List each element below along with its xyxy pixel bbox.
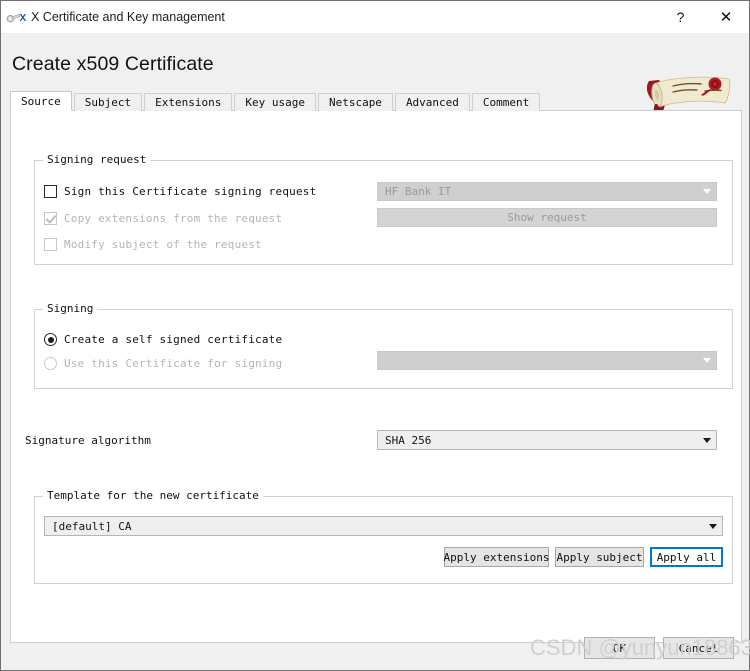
ok-button[interactable]: OK <box>584 637 655 659</box>
signing-request-group-title: Signing request <box>43 153 151 166</box>
page-title: Create x509 Certificate <box>12 53 214 75</box>
signing-request-combo: HF Bank IT <box>377 182 717 201</box>
tab-comment[interactable]: Comment <box>471 93 541 111</box>
window-titlebar: X X Certificate and Key management ? ✕ <box>1 1 749 34</box>
template-combo-value: [default] CA <box>52 519 132 533</box>
tab-key-usage[interactable]: Key usage <box>234 93 316 111</box>
apply-extensions-button[interactable]: Apply extensions <box>444 547 549 567</box>
use-certificate-radio-row: Use this Certificate for signing <box>44 357 282 370</box>
signature-algorithm-value: SHA 256 <box>385 433 432 447</box>
svg-text:X: X <box>20 13 27 24</box>
source-tab-panel: Signing request Sign this Certificate si… <box>10 110 742 643</box>
template-group: Template for the new certificate <box>34 489 733 584</box>
self-signed-label: Create a self signed certificate <box>64 333 283 346</box>
key-certificate-icon: X <box>1 1 31 33</box>
window-controls: ? ✕ <box>658 1 749 33</box>
tab-netscape[interactable]: Netscape <box>317 93 393 111</box>
signature-algorithm-combo[interactable]: SHA 256 <box>377 430 717 450</box>
apply-subject-button[interactable]: Apply subject <box>555 547 644 567</box>
signing-request-combo-value: HF Bank IT <box>385 185 452 198</box>
signing-group-title: Signing <box>43 302 98 315</box>
chevron-down-icon <box>704 517 722 535</box>
use-certificate-label: Use this Certificate for signing <box>64 357 283 370</box>
create-x509-certificate-dialog: X X Certificate and Key management ? ✕ C… <box>0 0 750 671</box>
sign-request-checkbox-row[interactable]: Sign this Certificate signing request <box>44 185 316 198</box>
show-request-button: Show request <box>377 208 717 227</box>
template-combo[interactable]: [default] CA <box>44 516 723 536</box>
tab-subject[interactable]: Subject <box>73 93 143 111</box>
signing-group: Signing <box>34 302 733 389</box>
sign-request-label: Sign this Certificate signing request <box>64 185 317 198</box>
tab-source[interactable]: Source <box>10 91 72 111</box>
window-title: X Certificate and Key management <box>31 10 225 24</box>
chevron-down-icon <box>698 183 716 200</box>
copy-extensions-checkbox-row: Copy extensions from the request <box>44 212 282 225</box>
signing-certificate-combo <box>377 351 717 370</box>
sign-request-checkbox[interactable] <box>44 185 57 198</box>
chevron-down-icon <box>698 431 716 449</box>
apply-all-button[interactable]: Apply all <box>650 547 723 567</box>
tab-advanced[interactable]: Advanced <box>394 93 470 111</box>
self-signed-radio[interactable] <box>44 333 57 346</box>
dialog-header: Create x509 Certificate <box>2 33 749 116</box>
modify-subject-checkbox <box>44 238 57 251</box>
modify-subject-label: Modify subject of the request <box>64 238 262 251</box>
tab-extensions[interactable]: Extensions <box>144 93 233 111</box>
help-button[interactable]: ? <box>658 2 703 33</box>
copy-extensions-label: Copy extensions from the request <box>64 212 283 225</box>
close-button[interactable]: ✕ <box>703 2 749 33</box>
copy-extensions-checkbox <box>44 212 57 225</box>
modify-subject-checkbox-row: Modify subject of the request <box>44 238 262 251</box>
self-signed-radio-row[interactable]: Create a self signed certificate <box>44 333 282 346</box>
chevron-down-icon <box>698 352 716 369</box>
cancel-button[interactable]: Cancel <box>663 637 734 659</box>
template-group-title: Template for the new certificate <box>43 489 263 502</box>
tabstrip: Source Subject Extensions Key usage Nets… <box>10 91 745 111</box>
use-certificate-radio <box>44 357 57 370</box>
signature-algorithm-label: Signature algorithm <box>25 434 151 447</box>
